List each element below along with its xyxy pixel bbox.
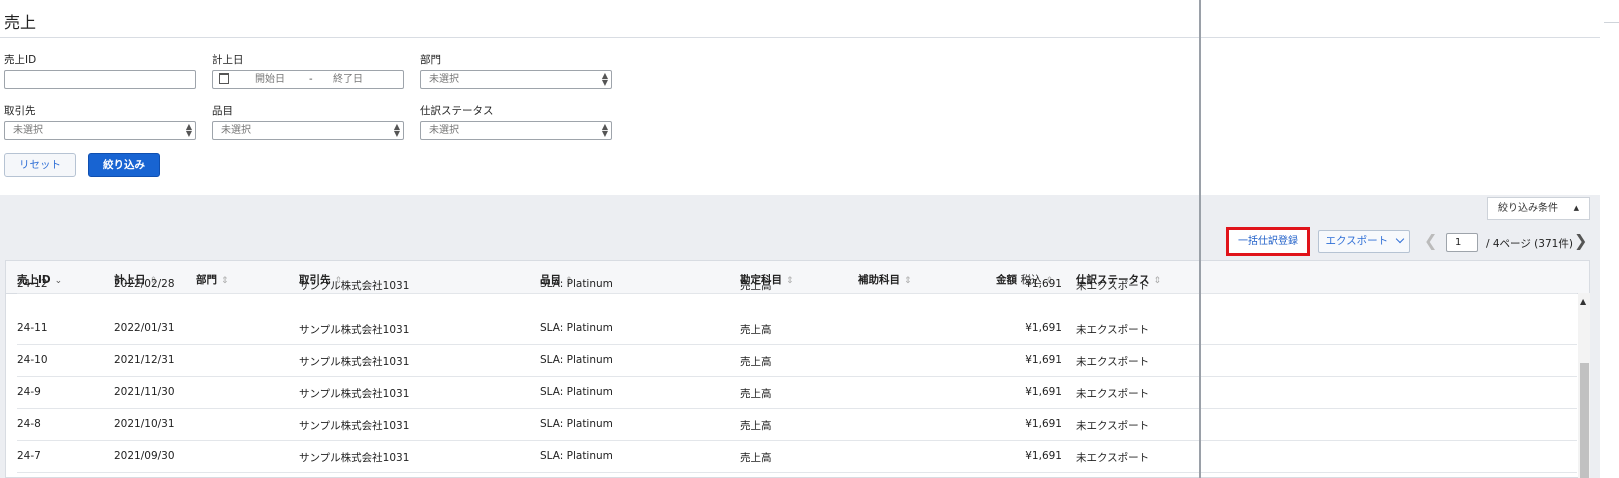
cell-date: 2021/12/31 (114, 354, 175, 366)
select-arrows-icon: ▲ ▼ (601, 122, 608, 138)
item-value: 未選択 (221, 125, 251, 136)
department-value: 未選択 (429, 74, 459, 85)
edge-divider (1604, 22, 1619, 23)
cell-customer: サンプル株式会社1031 (299, 420, 410, 432)
prev-page-icon[interactable]: ❮ (1424, 233, 1437, 249)
table-row[interactable]: 24-10 2021/12/31 サンプル株式会社1031 SLA: Platinum… (17, 345, 1577, 377)
item-select[interactable]: 未選択 ▲ ▼ (212, 121, 404, 140)
select-arrows-icon: ▲ ▼ (185, 122, 192, 138)
chevron-down-icon (1395, 234, 1404, 244)
cell-account: 売上高 (740, 388, 772, 400)
cell-journal-status: 未エクスポート (1076, 420, 1150, 432)
cell-sales-id: 24-11 (17, 322, 48, 334)
customer-select[interactable]: 未選択 ▲ ▼ (4, 121, 196, 140)
page-title: 売上 (4, 13, 37, 32)
export-button[interactable]: エクスポート (1318, 230, 1410, 253)
cell-customer: サンプル株式会社1031 (299, 452, 410, 464)
header-divider (0, 37, 1600, 38)
cell-date: 2022/02/28 (114, 278, 175, 290)
table-row[interactable]: 24-12 2022/02/28 サンプル株式会社1031 SLA: Platinum… (17, 278, 1577, 294)
filter-conditions-label: 絞り込み条件 (1498, 203, 1558, 214)
cell-customer: サンプル株式会社1031 (299, 388, 410, 400)
cell-date: 2022/01/31 (114, 322, 175, 334)
cell-sales-id: 24-10 (17, 354, 48, 366)
calendar-icon (219, 72, 229, 84)
table-row[interactable]: 24-9 2021/11/30 サンプル株式会社1031 SLA: Platinum 売… (17, 377, 1577, 409)
select-arrows-icon: ▲ ▼ (393, 122, 400, 138)
cell-customer: サンプル株式会社1031 (299, 356, 410, 368)
cell-amount: ¥1,691 (1025, 354, 1062, 366)
pane-divider[interactable] (1199, 0, 1201, 478)
filter-conditions-toggle[interactable]: 絞り込み条件 ▲ (1487, 197, 1590, 220)
cell-sales-id: 24-8 (17, 418, 41, 430)
scroll-up-icon[interactable]: ▲ (1580, 297, 1586, 306)
table-row[interactable]: 24-7 2021/09/30 サンプル株式会社1031 SLA: Platinum 売… (17, 441, 1577, 473)
customer-value: 未選択 (13, 125, 43, 136)
cell-item: SLA: Platinum (540, 386, 613, 398)
cell-item: SLA: Platinum (540, 450, 613, 462)
journal-status-select[interactable]: 未選択 ▲ ▼ (420, 121, 612, 140)
bulk-journal-button[interactable]: 一括仕訳登録 (1226, 227, 1310, 256)
cell-date: 2021/10/31 (114, 418, 175, 430)
cell-account: 売上高 (740, 420, 772, 432)
date-end-placeholder: 終了日 (333, 74, 363, 85)
cell-amount: ¥1,691 (1025, 450, 1062, 462)
department-select[interactable]: 未選択 ▲ ▼ (420, 70, 612, 89)
cell-customer: サンプル株式会社1031 (299, 280, 410, 292)
cell-customer: サンプル株式会社1031 (299, 324, 410, 336)
cell-item: SLA: Platinum (540, 418, 613, 430)
cell-item: SLA: Platinum (540, 278, 613, 290)
cell-amount: ¥1,691 (1025, 278, 1062, 290)
export-label: エクスポート (1325, 235, 1389, 247)
cell-journal-status: 未エクスポート (1076, 324, 1150, 336)
cell-journal-status: 未エクスポート (1076, 452, 1150, 464)
cell-account: 売上高 (740, 452, 772, 464)
cell-journal-status: 未エクスポート (1076, 356, 1150, 368)
customer-label: 取引先 (4, 105, 36, 117)
next-page-icon[interactable]: ❯ (1574, 233, 1587, 249)
date-label: 計上日 (212, 54, 244, 66)
department-label: 部門 (420, 54, 441, 66)
cell-amount: ¥1,691 (1025, 322, 1062, 334)
cell-sales-id: 24-12 (17, 278, 48, 290)
table-row[interactable]: 24-8 2021/10/31 サンプル株式会社1031 SLA: Platinum 売… (17, 409, 1577, 441)
cell-sales-id: 24-7 (17, 450, 41, 462)
date-range-input[interactable]: 開始日 - 終了日 (212, 70, 404, 89)
cell-date: 2021/11/30 (114, 386, 175, 398)
journal-status-value: 未選択 (429, 125, 459, 136)
cell-sales-id: 24-9 (17, 386, 41, 398)
cell-journal-status: 未エクスポート (1076, 280, 1150, 292)
item-label: 品目 (212, 105, 233, 117)
apply-filter-button[interactable]: 絞り込み (88, 153, 160, 177)
journal-status-label: 仕訳ステータス (420, 105, 494, 117)
cell-date: 2021/09/30 (114, 450, 175, 462)
sales-table: 売上ID ⌄ 計上日 ⇕ 部門 ⇕ 取引先 ⇕ 品目 ⇕ 勘定科目 ⇕ 補助科目 ⇕ 金額 税… (5, 260, 1590, 478)
cell-item: SLA: Platinum (540, 322, 613, 334)
cell-journal-status: 未エクスポート (1076, 388, 1150, 400)
cell-account: 売上高 (740, 356, 772, 368)
cell-item: SLA: Platinum (540, 354, 613, 366)
sales-id-label: 売上ID (4, 54, 37, 66)
sales-id-input[interactable] (4, 70, 196, 89)
date-separator: - (309, 74, 313, 85)
triangle-up-icon: ▲ (1573, 204, 1579, 212)
table-row[interactable]: 24-11 2022/01/31 サンプル株式会社1031 SLA: Platinum… (17, 313, 1577, 345)
page-number-input[interactable]: 1 (1446, 233, 1478, 252)
date-start-placeholder: 開始日 (255, 74, 285, 85)
reset-button[interactable]: リセット (4, 153, 76, 177)
select-arrows-icon: ▲ ▼ (601, 71, 608, 87)
page-summary: / 4ページ (371件) (1486, 238, 1573, 250)
cell-account: 売上高 (740, 324, 772, 336)
cell-account: 売上高 (740, 280, 772, 292)
cell-amount: ¥1,691 (1025, 418, 1062, 430)
scroll-thumb[interactable] (1580, 363, 1589, 478)
cell-amount: ¥1,691 (1025, 386, 1062, 398)
